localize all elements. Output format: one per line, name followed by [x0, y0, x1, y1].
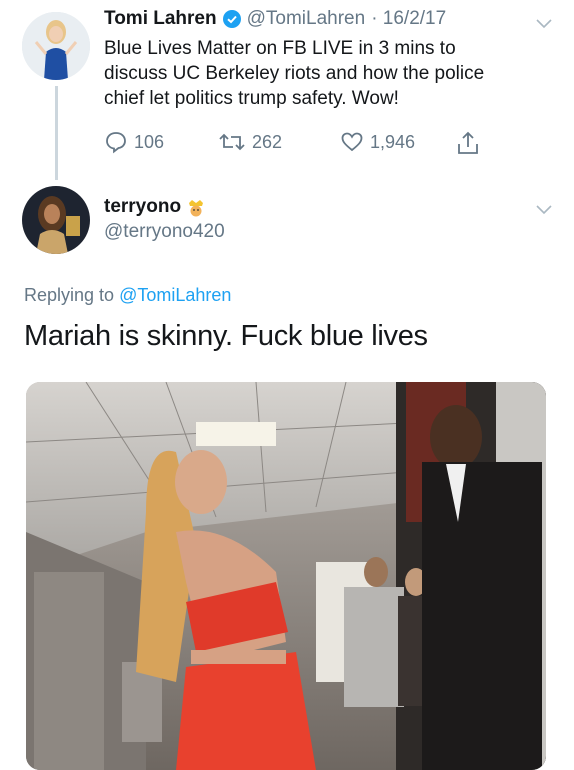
- reply-action-button[interactable]: 106: [104, 130, 164, 154]
- thread-connector-line: [55, 86, 58, 180]
- original-tweet-text: Blue Lives Matter on FB LIVE in 3 mins t…: [104, 38, 485, 109]
- reply-author-name[interactable]: terryono: [104, 196, 181, 218]
- verified-badge-icon: [222, 10, 241, 28]
- reply-attached-photo[interactable]: [26, 382, 546, 770]
- original-author-name[interactable]: Tomi Lahren: [104, 8, 217, 30]
- crown-emoji-icon: [187, 197, 205, 217]
- replying-to-mention[interactable]: @TomiLahren: [119, 285, 231, 305]
- retweet-action-button[interactable]: 262: [218, 130, 282, 154]
- original-tweet-actions: 106 262 1,946: [104, 130, 484, 158]
- reply-count: 106: [134, 131, 165, 152]
- original-tweet-menu-chevron-icon[interactable]: [536, 16, 552, 34]
- share-icon: [458, 131, 478, 154]
- heart-icon: [341, 132, 363, 152]
- reply-tweet-menu-chevron-icon[interactable]: [536, 202, 552, 220]
- replying-to-line: Replying to @TomiLahren: [24, 285, 231, 306]
- replying-to-prefix: Replying to: [24, 285, 115, 305]
- reply-tweet-header: terryono: [104, 196, 205, 218]
- retweet-icon: [219, 133, 245, 151]
- original-tweet-date[interactable]: · 16/2/17: [371, 8, 446, 30]
- original-tweet-header: Tomi Lahren @TomiLahren · 16/2/17: [104, 8, 446, 30]
- retweet-count: 262: [252, 131, 283, 152]
- original-author-avatar[interactable]: [22, 12, 90, 80]
- share-action-button[interactable]: [456, 130, 480, 161]
- like-count: 1,946: [370, 131, 416, 152]
- reply-author-avatar[interactable]: [22, 186, 90, 254]
- original-author-handle[interactable]: @TomiLahren: [247, 8, 366, 30]
- like-action-button[interactable]: 1,946: [340, 130, 415, 154]
- reply-tweet-text: Mariah is skinny. Fuck blue lives: [24, 320, 428, 352]
- reply-author-handle[interactable]: @terryono420: [104, 221, 225, 243]
- reply-icon: [106, 132, 126, 154]
